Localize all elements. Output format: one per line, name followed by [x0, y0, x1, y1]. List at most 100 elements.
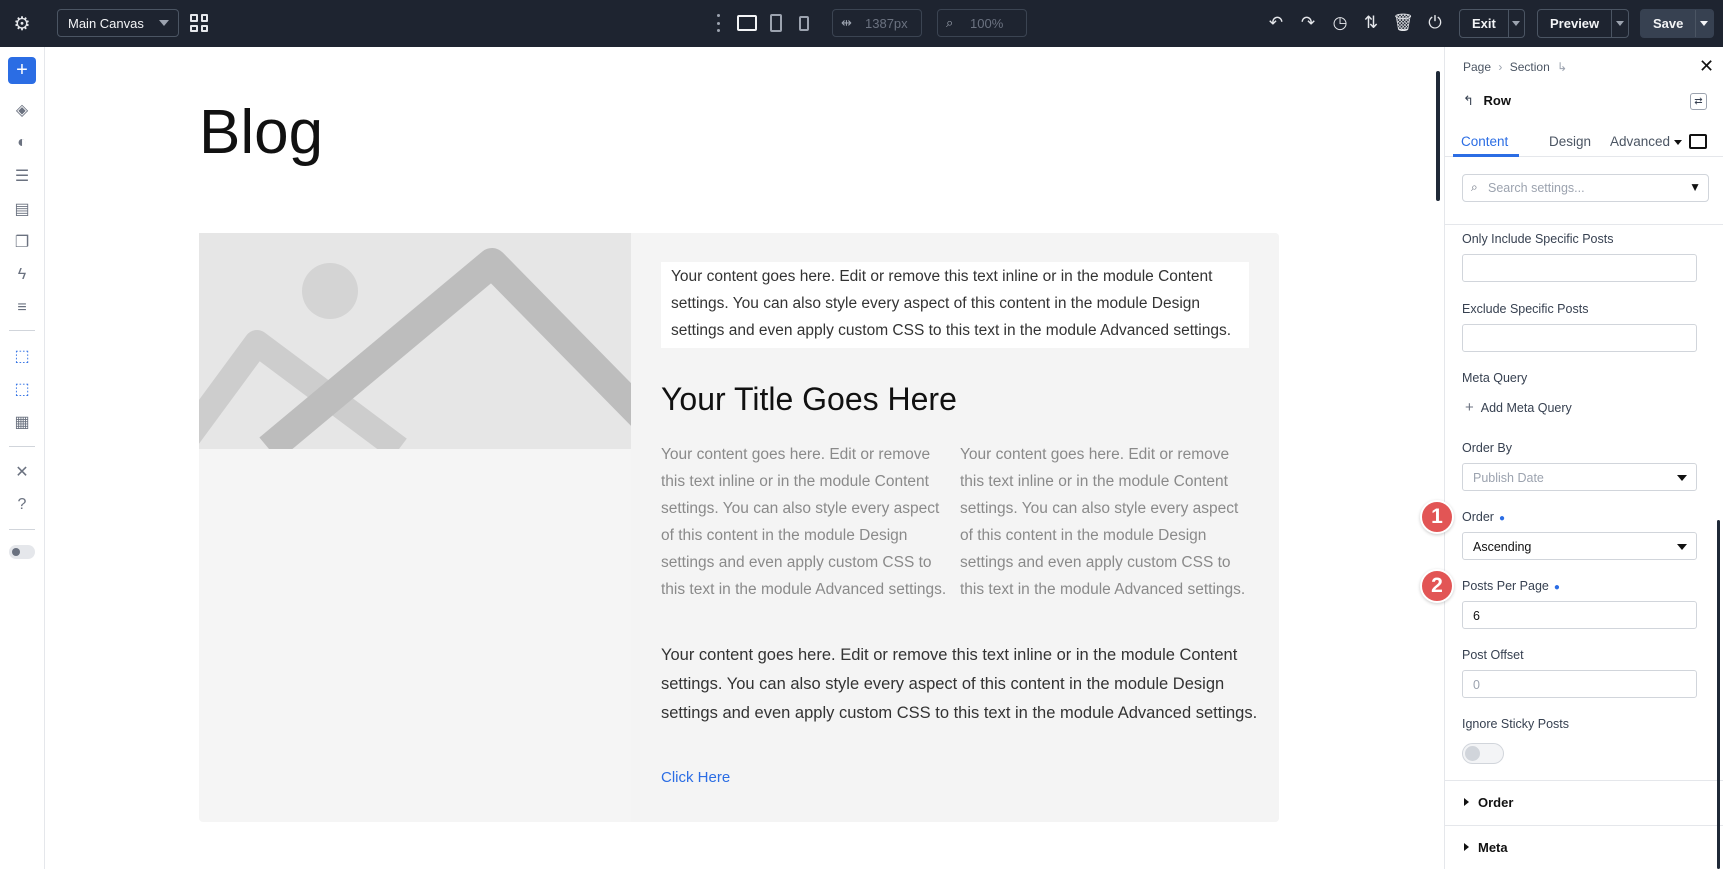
mode-toggle[interactable] [9, 545, 35, 559]
order-select[interactable]: Ascending [1462, 532, 1697, 560]
panel-title-text: Row [1483, 93, 1511, 108]
modified-dot-icon: ● [1498, 513, 1505, 524]
settings-search-input[interactable]: ⌕ Search settings... ▼ [1462, 174, 1709, 202]
canvas-width-field[interactable]: ⇹ 1387px [832, 9, 922, 37]
tab-design[interactable]: Design [1549, 134, 1591, 149]
trash-icon[interactable]: 🗑 [1392, 11, 1414, 35]
order-value: Ascending [1473, 540, 1532, 554]
pages-icon[interactable]: ❐ [11, 231, 33, 253]
post-offset-label: Post Offset [1462, 648, 1524, 662]
click-here-link[interactable]: Click Here [661, 769, 730, 786]
text-column-left[interactable]: Your content goes here. Edit or remove t… [661, 441, 951, 603]
breadcrumb-section[interactable]: Section [1510, 60, 1550, 74]
active-tab-indicator [1453, 154, 1519, 157]
layout-settings-icon[interactable]: ▦ [11, 411, 33, 433]
order-by-select[interactable]: Publish Date [1462, 463, 1697, 491]
tab-advanced[interactable]: Advanced [1610, 134, 1670, 149]
phone-view-icon[interactable] [799, 16, 809, 31]
more-vertical-icon[interactable] [717, 14, 721, 32]
canvas-select-value: Main Canvas [68, 16, 144, 31]
order-by-label: Order By [1462, 441, 1513, 455]
add-module-button[interactable]: + [8, 57, 36, 84]
posts-per-page-input[interactable]: 6 [1462, 601, 1697, 629]
order-label-text: Order [1462, 510, 1494, 524]
database-icon[interactable]: ☰ [11, 165, 33, 187]
exit-button[interactable]: Exit [1459, 9, 1525, 38]
tab-content[interactable]: Content [1461, 134, 1508, 149]
exit-dropdown-icon[interactable] [1507, 10, 1524, 37]
post-title[interactable]: Your Title Goes Here [661, 381, 957, 418]
tablet-view-icon[interactable] [770, 14, 782, 32]
help-icon[interactable]: ? [11, 494, 33, 516]
accordion-order[interactable]: Order [1445, 780, 1723, 825]
breadcrumb-page[interactable]: Page [1463, 60, 1491, 74]
ignore-sticky-toggle[interactable] [1462, 743, 1504, 764]
exclude-input[interactable] [1462, 324, 1697, 352]
multi-select-icon[interactable]: ⬚ [11, 378, 33, 400]
save-button[interactable]: Save [1640, 9, 1714, 38]
text-column-right[interactable]: Your content goes here. Edit or remove t… [960, 441, 1250, 603]
top-toolbar: ⚙ Main Canvas ⇹ 1387px ⌕ 100% ↶ ↷ ◷ ⇅ 🗑 … [0, 0, 1723, 47]
preview-dropdown-icon[interactable] [1611, 10, 1627, 37]
left-sidebar: + ◈ ◐ ☰ ▤ ❐ ϟ ≡ ⬚ ⬚ ▦ ✕ ? [0, 47, 45, 869]
chevron-down-icon[interactable] [1674, 140, 1682, 145]
canvas-width-value: 1387px [865, 16, 908, 31]
back-arrow-icon[interactable]: ↰ [1463, 93, 1474, 108]
ignore-sticky-label: Ignore Sticky Posts [1462, 717, 1569, 731]
caret-right-icon [1464, 798, 1469, 806]
settings-tabs: Content Design Advanced [1445, 122, 1723, 157]
add-meta-query-label: Add Meta Query [1480, 401, 1572, 415]
settings-panel: Page › Section ↳ ✕ ↰ Row ⇄ Content Desig… [1444, 47, 1723, 869]
filter-icon[interactable]: ▼ [1689, 180, 1701, 194]
click-element-icon[interactable]: ⬚ [11, 345, 33, 367]
preview-button[interactable]: Preview [1537, 9, 1629, 38]
panel-title: ↰ Row [1463, 93, 1511, 109]
power-icon[interactable]: ⏻ [1424, 11, 1446, 35]
close-icon[interactable]: ✕ [1699, 56, 1714, 77]
panel-scrollbar[interactable] [1717, 520, 1720, 869]
canvas-scrollbar[interactable] [1436, 71, 1440, 201]
width-arrows-icon: ⇹ [841, 15, 852, 30]
zoom-field[interactable]: ⌕ 100% [937, 9, 1027, 37]
form-icon[interactable]: ▤ [11, 198, 33, 220]
gear-icon[interactable]: ⚙ [10, 12, 34, 36]
chevron-right-icon: › [1498, 60, 1503, 74]
blog-post-card[interactable]: Your content goes here. Edit or remove t… [199, 233, 1279, 822]
posts-per-page-label: Posts Per Page ● [1462, 579, 1560, 593]
redo-icon[interactable]: ↷ [1297, 11, 1319, 35]
accordion-meta-label: Meta [1478, 840, 1508, 855]
tools-icon[interactable]: ✕ [11, 461, 33, 483]
child-arrow-icon: ↳ [1557, 60, 1568, 74]
add-meta-query-button[interactable]: + Add Meta Query [1465, 399, 1572, 416]
annotation-badge-2: 2 [1420, 569, 1454, 603]
grid-icon[interactable] [190, 14, 208, 32]
theme-customizer-icon[interactable]: ◐ [11, 132, 33, 154]
panel-options-icon[interactable]: ⇄ [1690, 93, 1707, 110]
lightning-icon[interactable]: ϟ [11, 264, 33, 286]
only-include-label: Only Include Specific Posts [1462, 232, 1614, 246]
sidebar-divider [9, 446, 35, 447]
chevron-down-icon [1677, 544, 1687, 550]
desktop-view-icon[interactable] [737, 15, 757, 31]
sliders-icon[interactable]: ≡ [11, 297, 33, 319]
sort-arrows-icon[interactable]: ⇅ [1360, 11, 1382, 35]
canvas-select[interactable]: Main Canvas [57, 9, 179, 37]
sidebar-divider [9, 529, 35, 530]
accordion-meta[interactable]: Meta [1445, 825, 1723, 869]
search-placeholder: Search settings... [1488, 181, 1585, 195]
only-include-input[interactable] [1462, 254, 1697, 282]
save-dropdown-icon[interactable] [1695, 10, 1711, 37]
layers-icon[interactable]: ◈ [11, 99, 33, 121]
exit-label: Exit [1472, 16, 1496, 31]
body-text-module[interactable]: Your content goes here. Edit or remove t… [661, 641, 1261, 728]
post-offset-input[interactable]: 0 [1462, 670, 1697, 698]
preset-box-icon[interactable] [1689, 134, 1707, 149]
history-icon[interactable]: ◷ [1329, 11, 1351, 35]
page-title[interactable]: Blog [199, 97, 323, 168]
image-placeholder-icon [199, 233, 631, 449]
posts-per-page-label-text: Posts Per Page [1462, 579, 1549, 593]
post-image-placeholder[interactable] [199, 233, 631, 449]
undo-icon[interactable]: ↶ [1265, 11, 1287, 35]
accordion-order-label: Order [1478, 795, 1514, 810]
intro-text-module[interactable]: Your content goes here. Edit or remove t… [661, 262, 1249, 348]
